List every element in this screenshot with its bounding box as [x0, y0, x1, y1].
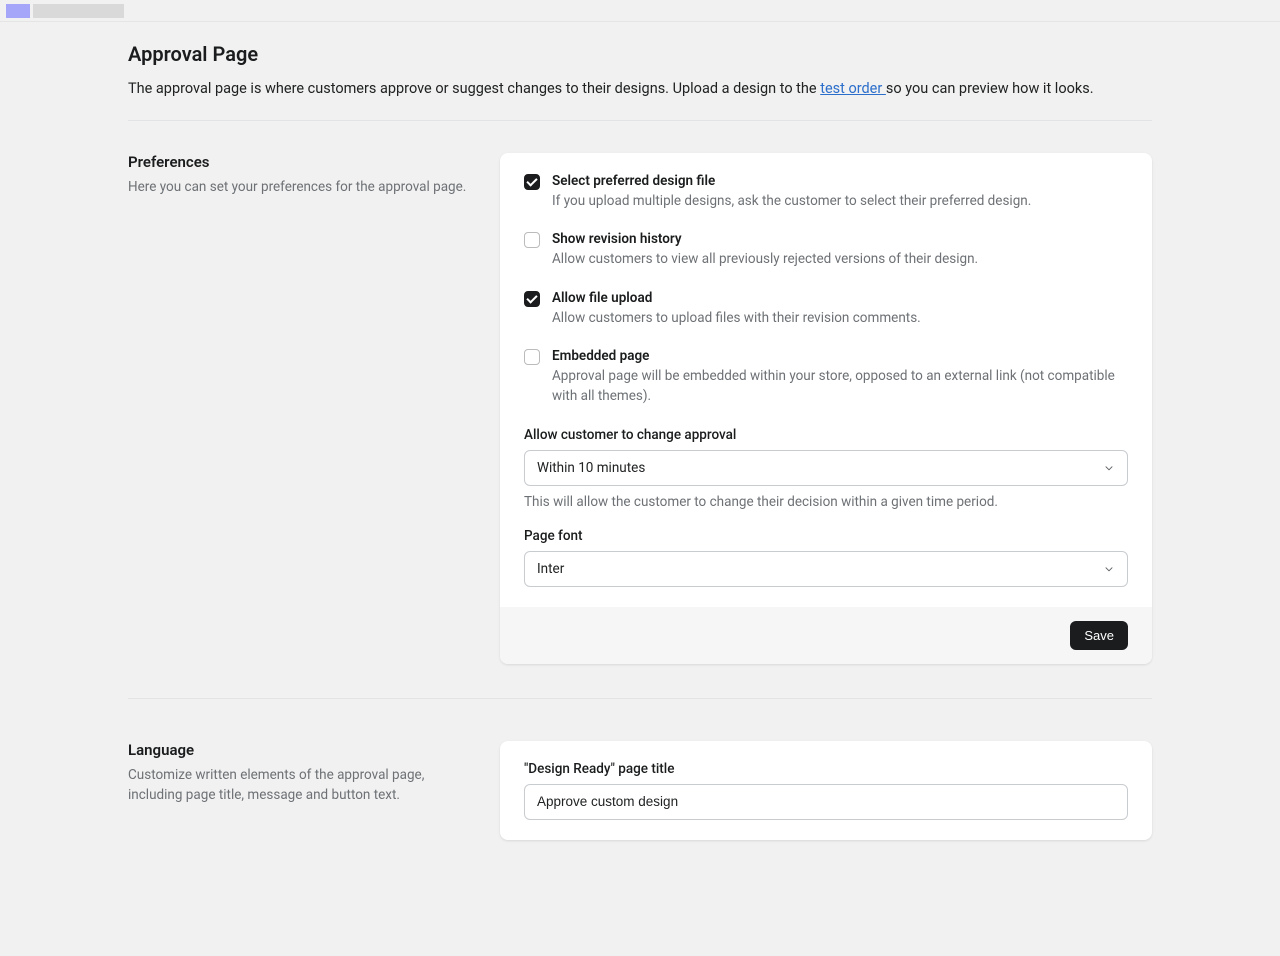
checkbox-label: Select preferred design file: [552, 173, 1128, 189]
checkbox-content: Show revision history Allow customers to…: [552, 231, 1128, 270]
language-desc: Customize written elements of the approv…: [128, 765, 468, 806]
subtitle-text-post: so you can preview how it looks.: [886, 80, 1094, 97]
checkbox-content: Embedded page Approval page will be embe…: [552, 348, 1128, 406]
page-header: Approval Page The approval page is where…: [128, 42, 1152, 121]
browser-tab-active[interactable]: [6, 4, 30, 18]
checkbox-desc: If you upload multiple designs, ask the …: [552, 192, 1128, 212]
section-sidebar: Preferences Here you can set your prefer…: [128, 153, 468, 664]
page-subtitle: The approval page is where customers app…: [128, 78, 1152, 100]
page-content: Approval Page The approval page is where…: [128, 22, 1152, 956]
preferences-title: Preferences: [128, 153, 468, 171]
design-ready-input[interactable]: [524, 784, 1128, 820]
checkbox-desc: Approval page will be embedded within yo…: [552, 367, 1128, 406]
checkbox-preferred-design[interactable]: [524, 174, 540, 190]
checkbox-content: Allow file upload Allow customers to upl…: [552, 290, 1128, 329]
page-font-label: Page font: [524, 528, 1128, 544]
checkbox-label: Allow file upload: [552, 290, 1128, 306]
browser-tab[interactable]: [33, 4, 124, 18]
section-sidebar: Language Customize written elements of t…: [128, 741, 468, 840]
language-card: "Design Ready" page title: [500, 741, 1152, 840]
language-section: Language Customize written elements of t…: [128, 741, 1152, 874]
checkbox-file-upload[interactable]: [524, 291, 540, 307]
checkbox-content: Select preferred design file If you uplo…: [552, 173, 1128, 212]
section-content: Select preferred design file If you uplo…: [500, 153, 1152, 664]
change-approval-label: Allow customer to change approval: [524, 427, 1128, 443]
page-font-select[interactable]: Inter: [524, 551, 1128, 587]
chevron-down-icon: [1103, 563, 1115, 575]
change-approval-help: This will allow the customer to change t…: [524, 494, 1128, 510]
card-footer: Save: [500, 607, 1152, 664]
checkbox-desc: Allow customers to view all previously r…: [552, 250, 1128, 270]
field-change-approval: Allow customer to change approval Within…: [524, 427, 1128, 510]
language-title: Language: [128, 741, 468, 759]
browser-topbar: [0, 0, 1280, 22]
preferences-card: Select preferred design file If you uplo…: [500, 153, 1152, 664]
checkbox-desc: Allow customers to upload files with the…: [552, 309, 1128, 329]
checkbox-row-embedded-page: Embedded page Approval page will be embe…: [524, 348, 1128, 406]
checkbox-row-revision-history: Show revision history Allow customers to…: [524, 231, 1128, 270]
change-approval-select[interactable]: Within 10 minutes: [524, 450, 1128, 486]
test-order-link[interactable]: test order: [820, 80, 886, 97]
checkbox-row-preferred-design: Select preferred design file If you uplo…: [524, 173, 1128, 212]
preferences-section: Preferences Here you can set your prefer…: [128, 153, 1152, 699]
field-design-ready-title: "Design Ready" page title: [524, 761, 1128, 820]
select-value: Within 10 minutes: [537, 460, 645, 476]
checkbox-row-file-upload: Allow file upload Allow customers to upl…: [524, 290, 1128, 329]
design-ready-label: "Design Ready" page title: [524, 761, 1128, 777]
subtitle-text-pre: The approval page is where customers app…: [128, 80, 820, 97]
page-title: Approval Page: [128, 42, 1152, 66]
field-page-font: Page font Inter: [524, 528, 1128, 587]
checkbox-revision-history[interactable]: [524, 232, 540, 248]
checkbox-label: Embedded page: [552, 348, 1128, 364]
checkbox-embedded-page[interactable]: [524, 349, 540, 365]
save-button[interactable]: Save: [1070, 621, 1128, 650]
select-value: Inter: [537, 561, 564, 577]
card-body: Select preferred design file If you uplo…: [500, 153, 1152, 607]
checkbox-label: Show revision history: [552, 231, 1128, 247]
card-body: "Design Ready" page title: [500, 741, 1152, 840]
chevron-down-icon: [1103, 462, 1115, 474]
preferences-desc: Here you can set your preferences for th…: [128, 177, 468, 197]
section-content: "Design Ready" page title: [500, 741, 1152, 840]
